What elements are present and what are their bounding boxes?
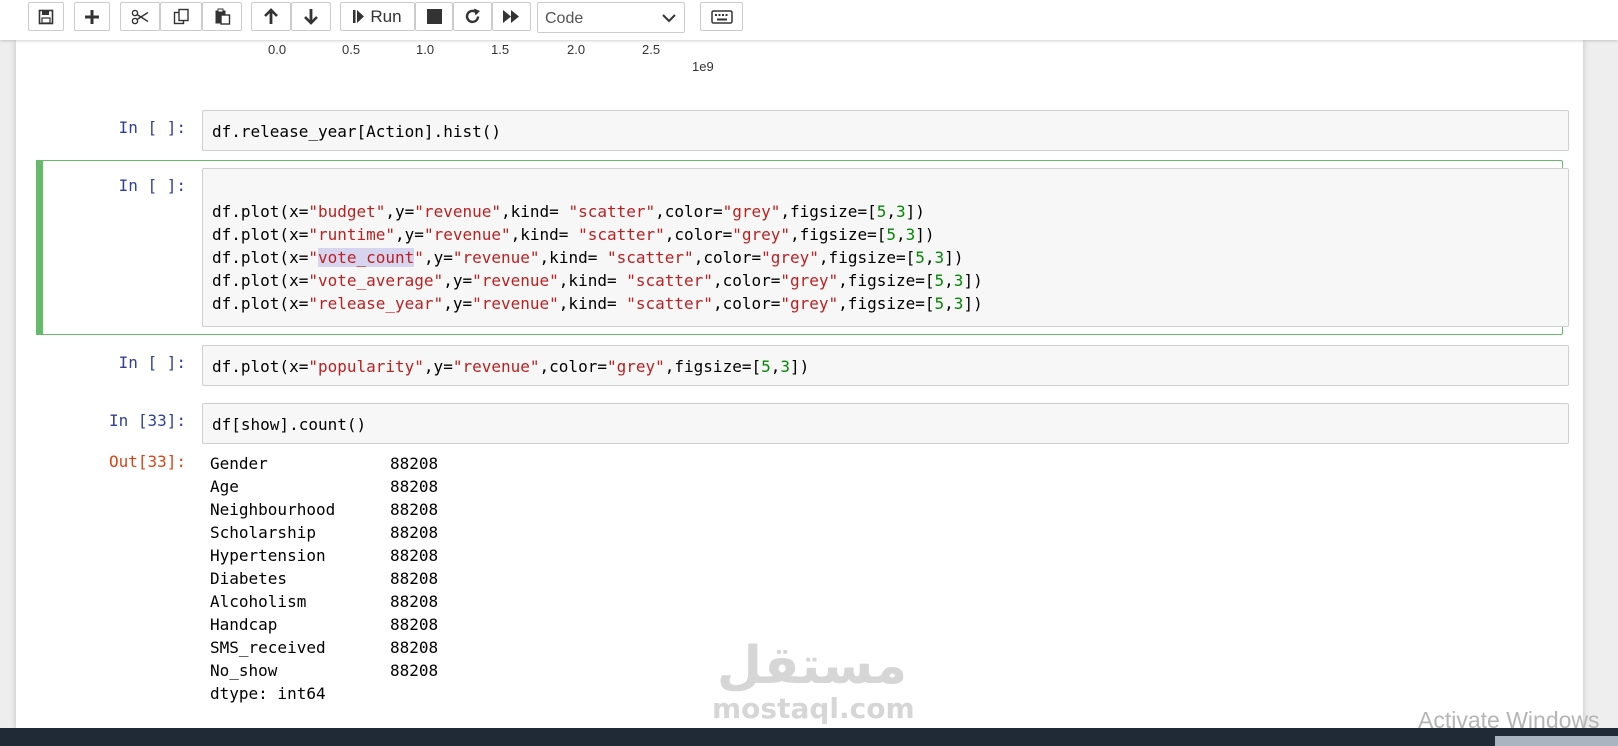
code-cell-input[interactable]: df.release_year[Action].hist() [202,110,1569,151]
stop-icon [426,9,442,24]
restart-run-all-button[interactable] [492,2,531,31]
cell-prompt: In [ ]: [118,118,186,137]
x-tick: 0.0 [268,42,287,57]
code-line: df.plot(x="vote_average",y="revenue",kin… [212,271,983,290]
output-label: Scholarship [210,523,316,542]
move-down-button[interactable] [291,2,331,31]
output-label: Neighbourhood [210,500,336,519]
code-line: df.plot(x="release_year",y="revenue",kin… [212,294,983,313]
output-value: 88208 [390,523,439,542]
arrow-up-icon [263,8,279,25]
save-icon [38,9,54,25]
code-cell-input[interactable]: df.plot(x="budget",y="revenue",kind= "sc… [202,168,1569,327]
cell-type-value: Code [545,10,584,27]
refresh-icon [464,8,481,25]
copy-icon [173,8,190,25]
cell-prompt: In [ ]: [118,176,186,195]
output-value: 88208 [390,454,439,473]
axis-exponent: 1e9 [692,59,714,74]
output-prompt: Out[33]: [108,452,186,471]
output-value: 88208 [390,477,439,496]
step-forward-icon [353,9,365,24]
cut-button[interactable] [120,2,160,31]
taskbar [0,728,1618,746]
code-cell-input[interactable]: df.plot(x="popularity",y="revenue",color… [202,345,1569,386]
code-cell-input[interactable]: df[show].count() [202,403,1569,444]
run-label: Run [370,6,402,26]
code-line: df.plot(x="budget",y="revenue",kind= "sc… [212,202,925,221]
cell-prompt: In [33]: [108,411,186,430]
output-value: 88208 [390,661,439,680]
code-line: df.plot(x="vote_count",y="revenue",kind=… [212,248,964,267]
keyboard-icon [710,9,733,24]
output-dtype: dtype: int64 [210,684,326,703]
output-value: 88208 [390,569,439,588]
notebook-toolbar: Run Code [0,0,1618,40]
copy-button[interactable] [160,2,202,31]
x-tick: 2.0 [567,42,586,57]
cell-type-select[interactable]: Code [537,2,685,33]
code-line: df.release_year[Action].hist() [212,122,501,141]
x-tick: 0.5 [342,42,361,57]
output-label: Gender [210,454,268,473]
output-label: Age [210,477,239,496]
output-value: 88208 [390,592,439,611]
arrow-down-icon [303,8,319,25]
notebook-container: 0.0 0.5 1.0 1.5 2.0 2.5 1e9 In [ ]: df.r… [16,40,1583,730]
output-label: Diabetes [210,569,288,588]
fast-forward-icon [502,9,521,24]
output-value: 88208 [390,500,439,519]
watermark-arabic: مستقل [716,636,908,696]
output-value: 88208 [390,638,439,657]
selected-text: vote_count [317,248,415,267]
watermark-logo: مستقل mostaql.com [712,636,915,725]
watermark-latin: mostaql.com [712,692,915,725]
paste-icon [214,8,231,25]
code-line: df[show].count() [212,415,367,434]
cell-prompt: In [ ]: [118,353,186,372]
output-label: SMS_received [210,638,326,657]
move-up-button[interactable] [251,2,291,31]
chevron-down-icon [662,14,676,23]
taskbar-tray [1495,736,1618,746]
restart-button[interactable] [453,2,492,31]
x-tick: 2.5 [642,42,661,57]
insert-cell-button[interactable] [74,2,110,31]
output-value: 88208 [390,615,439,634]
paste-button[interactable] [202,2,242,31]
interrupt-button[interactable] [415,2,453,31]
code-line: df.plot(x="popularity",y="revenue",color… [212,357,810,376]
scissors-icon [131,9,149,25]
output-label: Alcoholism [210,592,307,611]
save-button[interactable] [28,2,64,31]
command-palette-button[interactable] [700,2,743,31]
plus-icon [84,9,100,25]
output-value: 88208 [390,546,439,565]
output-label: Handcap [210,615,278,634]
x-tick: 1.0 [416,42,435,57]
output-label: Hypertension [210,546,326,565]
run-button[interactable]: Run [340,2,415,31]
x-tick: 1.5 [491,42,510,57]
code-line: df.plot(x="runtime",y="revenue",kind= "s… [212,225,935,244]
output-label: No_show [210,661,278,680]
